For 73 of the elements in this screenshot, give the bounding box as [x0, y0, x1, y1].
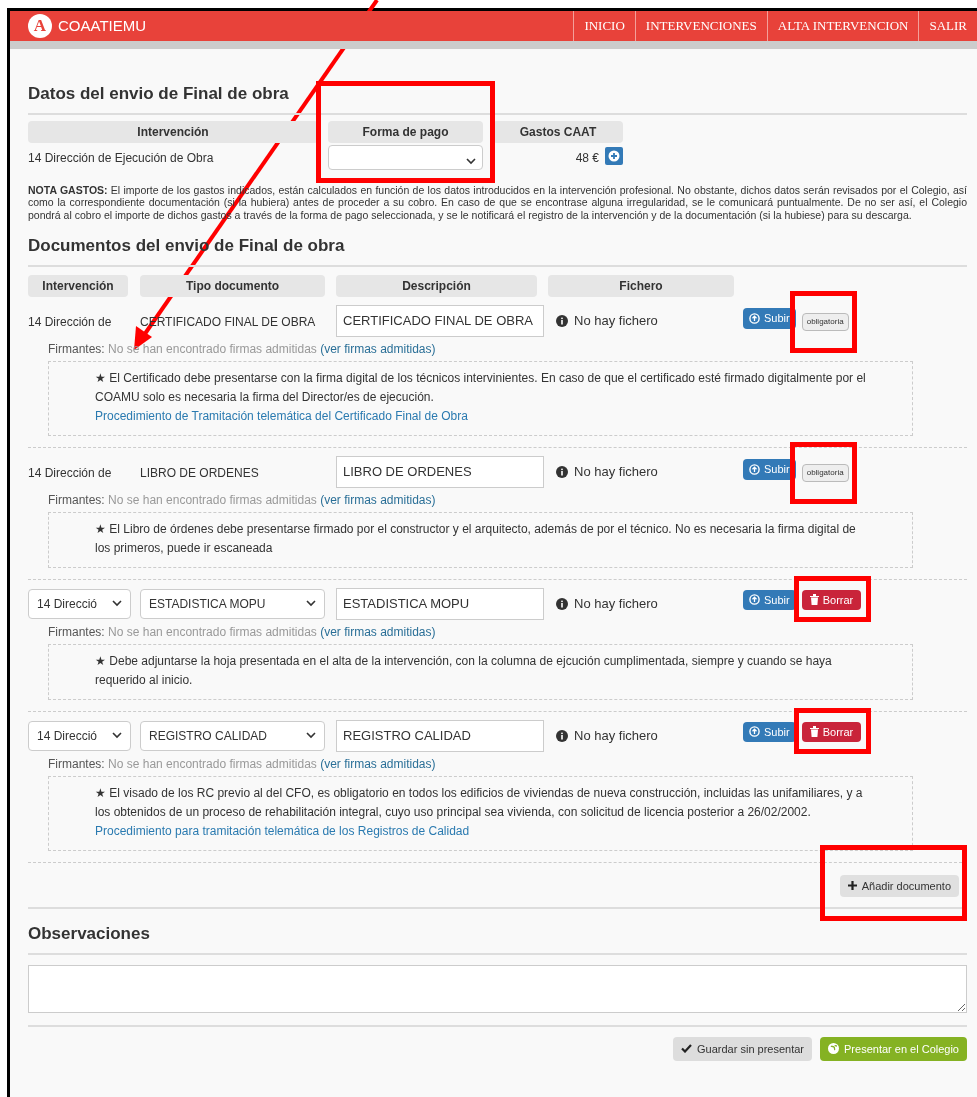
intervention-select[interactable]: 14 Direcció	[28, 588, 131, 619]
document-type-text: LIBRO DE ORDENES	[140, 465, 259, 480]
upload-button[interactable]: Subir	[743, 721, 796, 742]
description-field[interactable]: REGISTRO CALIDAD	[336, 719, 544, 752]
procedure-link[interactable]: Procedimiento para tramitación telemática de los Registros de Calidad	[95, 821, 866, 841]
chevron-icon	[306, 732, 316, 739]
intervention-text: 14 Dirección de	[28, 465, 112, 480]
file-status: No hay fichero	[574, 594, 658, 613]
column-header: Fichero	[548, 274, 734, 297]
section-title: Datos del envio de Final de obra	[28, 81, 967, 115]
description-field[interactable]: CERTIFICADO FINAL DE OBRA	[336, 304, 544, 337]
signers-label: Firmantes:	[48, 756, 105, 771]
column-header: Intervención	[28, 120, 318, 143]
chevron-icon	[306, 600, 316, 607]
info-icon	[556, 729, 568, 742]
trash-icon	[809, 726, 819, 738]
column-header: Gastos CAAT	[493, 120, 623, 143]
view-signatures-link[interactable]: (ver firmas admitidas)	[320, 341, 436, 356]
fee-amount: 48 €	[575, 149, 599, 167]
document-note: ★ El visado de los RC previo al del CFO, es obligatorio en todos los edificios de viviendas de nueva construcción, incluidas las unifamiliares, y a los obtenidos de un proceso de rehabilitación integral, cuyo uso principal sea vivienda, con solicitud de licencia posterior a 26/02/2002.	[95, 784, 864, 821]
info-icon	[556, 597, 568, 610]
view-signatures-link[interactable]: (ver firmas admitidas)	[320, 624, 436, 639]
payment-method-select[interactable]	[328, 144, 483, 170]
chevron-icon	[112, 600, 122, 607]
info-icon	[556, 314, 568, 327]
save-button[interactable]: Guardar sin presentar	[673, 1036, 813, 1061]
section-title: Observaciones	[28, 921, 967, 955]
upload-icon	[749, 726, 760, 738]
upload-button[interactable]: Subir	[743, 308, 796, 329]
view-signatures-link[interactable]: (ver firmas admitidas)	[320, 492, 436, 507]
upload-icon	[749, 594, 760, 606]
column-header: Intervención	[28, 274, 128, 297]
file-status: No hay fichero	[574, 462, 658, 481]
chevron-icon	[466, 157, 476, 165]
file-status: No hay fichero	[574, 311, 658, 330]
upload-button[interactable]: Subir	[743, 589, 796, 610]
document-type-select[interactable]: REGISTRO CALIDAD	[140, 720, 325, 751]
file-status: No hay fichero	[574, 726, 658, 745]
logo-icon: A	[28, 14, 52, 38]
column-header: Descripción	[336, 274, 537, 297]
document-note: ★ El Certificado debe presentarse con la firma digital de los técnicos intervinientes. En caso de que el certificado esté firmado digitalmente por el COAMU solo es necesaria la firma del Director/es de ejecución.	[95, 369, 866, 406]
intervention-text: 14 Dirección de	[28, 314, 112, 329]
brand-name: COAATIEMU	[58, 15, 147, 36]
signers-status: No se han encontrado firmas admitidas	[108, 492, 317, 507]
highlight-box	[789, 290, 857, 353]
plus-icon	[847, 881, 857, 891]
column-header: Tipo documento	[140, 274, 325, 297]
chevron-icon	[112, 732, 122, 739]
observations-field[interactable]	[28, 964, 967, 1013]
upload-icon	[749, 464, 760, 475]
trash-icon	[809, 594, 819, 606]
document-note: ★ Debe adjuntarse la hoja presentada en el alta de la intervención, con la columna de ejcución cumplimentada, siempre y cuando se haya requerido al inicio.	[95, 652, 833, 689]
highlight-box	[789, 441, 857, 504]
signers-label: Firmantes:	[48, 624, 105, 639]
document-note: ★ El Libro de órdenes debe presentarse firmado por el constructor y el arquitecto, además de por el técnico. No es necesaria la firma digital de los primeros, puede ir escaneada	[95, 520, 857, 557]
view-signatures-link[interactable]: (ver firmas admitidas)	[320, 756, 436, 771]
document-type-select[interactable]: ESTADISTICA MOPU	[140, 588, 325, 619]
upload-button[interactable]: Subir	[743, 459, 796, 480]
signers-status: No se han encontrado firmas admitidas	[108, 341, 317, 356]
column-header: Forma de pago	[328, 120, 483, 143]
globe-icon	[828, 1043, 840, 1055]
description-field[interactable]: LIBRO DE ORDENES	[336, 455, 544, 488]
procedure-link[interactable]: Procedimiento de Tramitación telemática del Certificado Final de Obra	[95, 406, 866, 426]
signers-label: Firmantes:	[48, 341, 105, 356]
upload-icon	[749, 313, 760, 324]
signers-status: No se han encontrado firmas admitidas	[108, 624, 317, 639]
check-icon	[681, 1044, 693, 1054]
intervention-select[interactable]: 14 Direcció	[28, 720, 131, 751]
intervention-text: 14 Dirección de Ejecución de Obra	[28, 149, 215, 167]
info-icon	[556, 465, 568, 478]
signers-status: No se han encontrado firmas admitidas	[108, 756, 317, 771]
signers-label: Firmantes:	[48, 492, 105, 507]
description-field[interactable]: ESTADISTICA MOPU	[336, 587, 544, 620]
